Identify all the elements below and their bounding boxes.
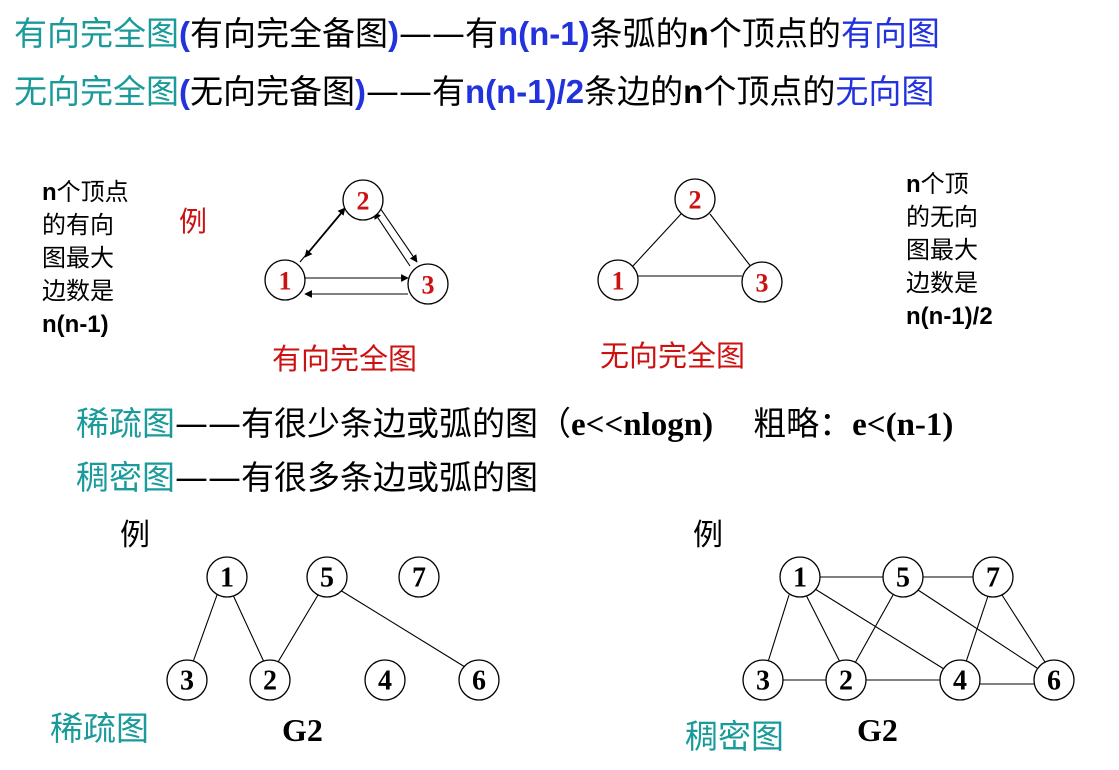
graph-node-label: 1 (220, 563, 234, 594)
edge-5-6 (339, 589, 466, 668)
graph-node-label: 5 (320, 563, 334, 594)
edge-7-4 (965, 595, 989, 663)
sparse-graph: 1 5 7 3 2 4 6 (166, 556, 500, 701)
graph-node-label: 1 (279, 267, 292, 296)
undirected-complete-graph: 2 1 3 (597, 178, 783, 303)
arc-1-2 (299, 207, 346, 263)
arc-2-3 (379, 207, 418, 263)
graph-node-label: 3 (422, 271, 435, 300)
edge-1-3 (767, 594, 790, 663)
arc-2-1 (304, 213, 342, 258)
graph-node-label: 2 (689, 186, 702, 215)
graph-node-label: 2 (839, 666, 853, 697)
edge-1-2 (805, 594, 841, 663)
graph-node-label: 6 (1047, 666, 1061, 697)
edge-1-2 (232, 594, 265, 663)
edge-1-3 (192, 594, 218, 663)
edge-2-3 (709, 213, 753, 269)
graph-node-label: 1 (612, 267, 625, 296)
edge-5-2 (277, 594, 319, 663)
graph-node-label: 3 (180, 666, 194, 697)
graph-node-label: 7 (986, 563, 1000, 594)
graph-node-label: 2 (263, 666, 277, 697)
graph-diagrams: 2 1 3 2 1 3 1 5 7 3 2 4 6 1 5 7 3 2 4 6 (166, 178, 1075, 701)
graph-node-label: 5 (896, 563, 910, 594)
dense-graph: 1 5 7 3 2 4 6 (742, 556, 1075, 701)
edge-7-6 (1001, 594, 1046, 663)
directed-complete-graph: 2 1 3 (264, 179, 449, 305)
graph-node-label: 4 (378, 666, 392, 697)
graph-node-label: 6 (472, 666, 486, 697)
arc-3-2 (373, 211, 411, 267)
edge-5-2 (854, 594, 894, 664)
graph-node-label: 2 (357, 187, 370, 216)
graph-node-label: 1 (793, 563, 807, 594)
edge-1-2 (631, 213, 682, 268)
edge-1-4 (814, 588, 945, 670)
graph-node-label: 7 (412, 563, 426, 594)
graph-node-label: 4 (953, 666, 967, 697)
graph-node-label: 3 (756, 666, 770, 697)
graph-node-label: 3 (756, 269, 769, 298)
